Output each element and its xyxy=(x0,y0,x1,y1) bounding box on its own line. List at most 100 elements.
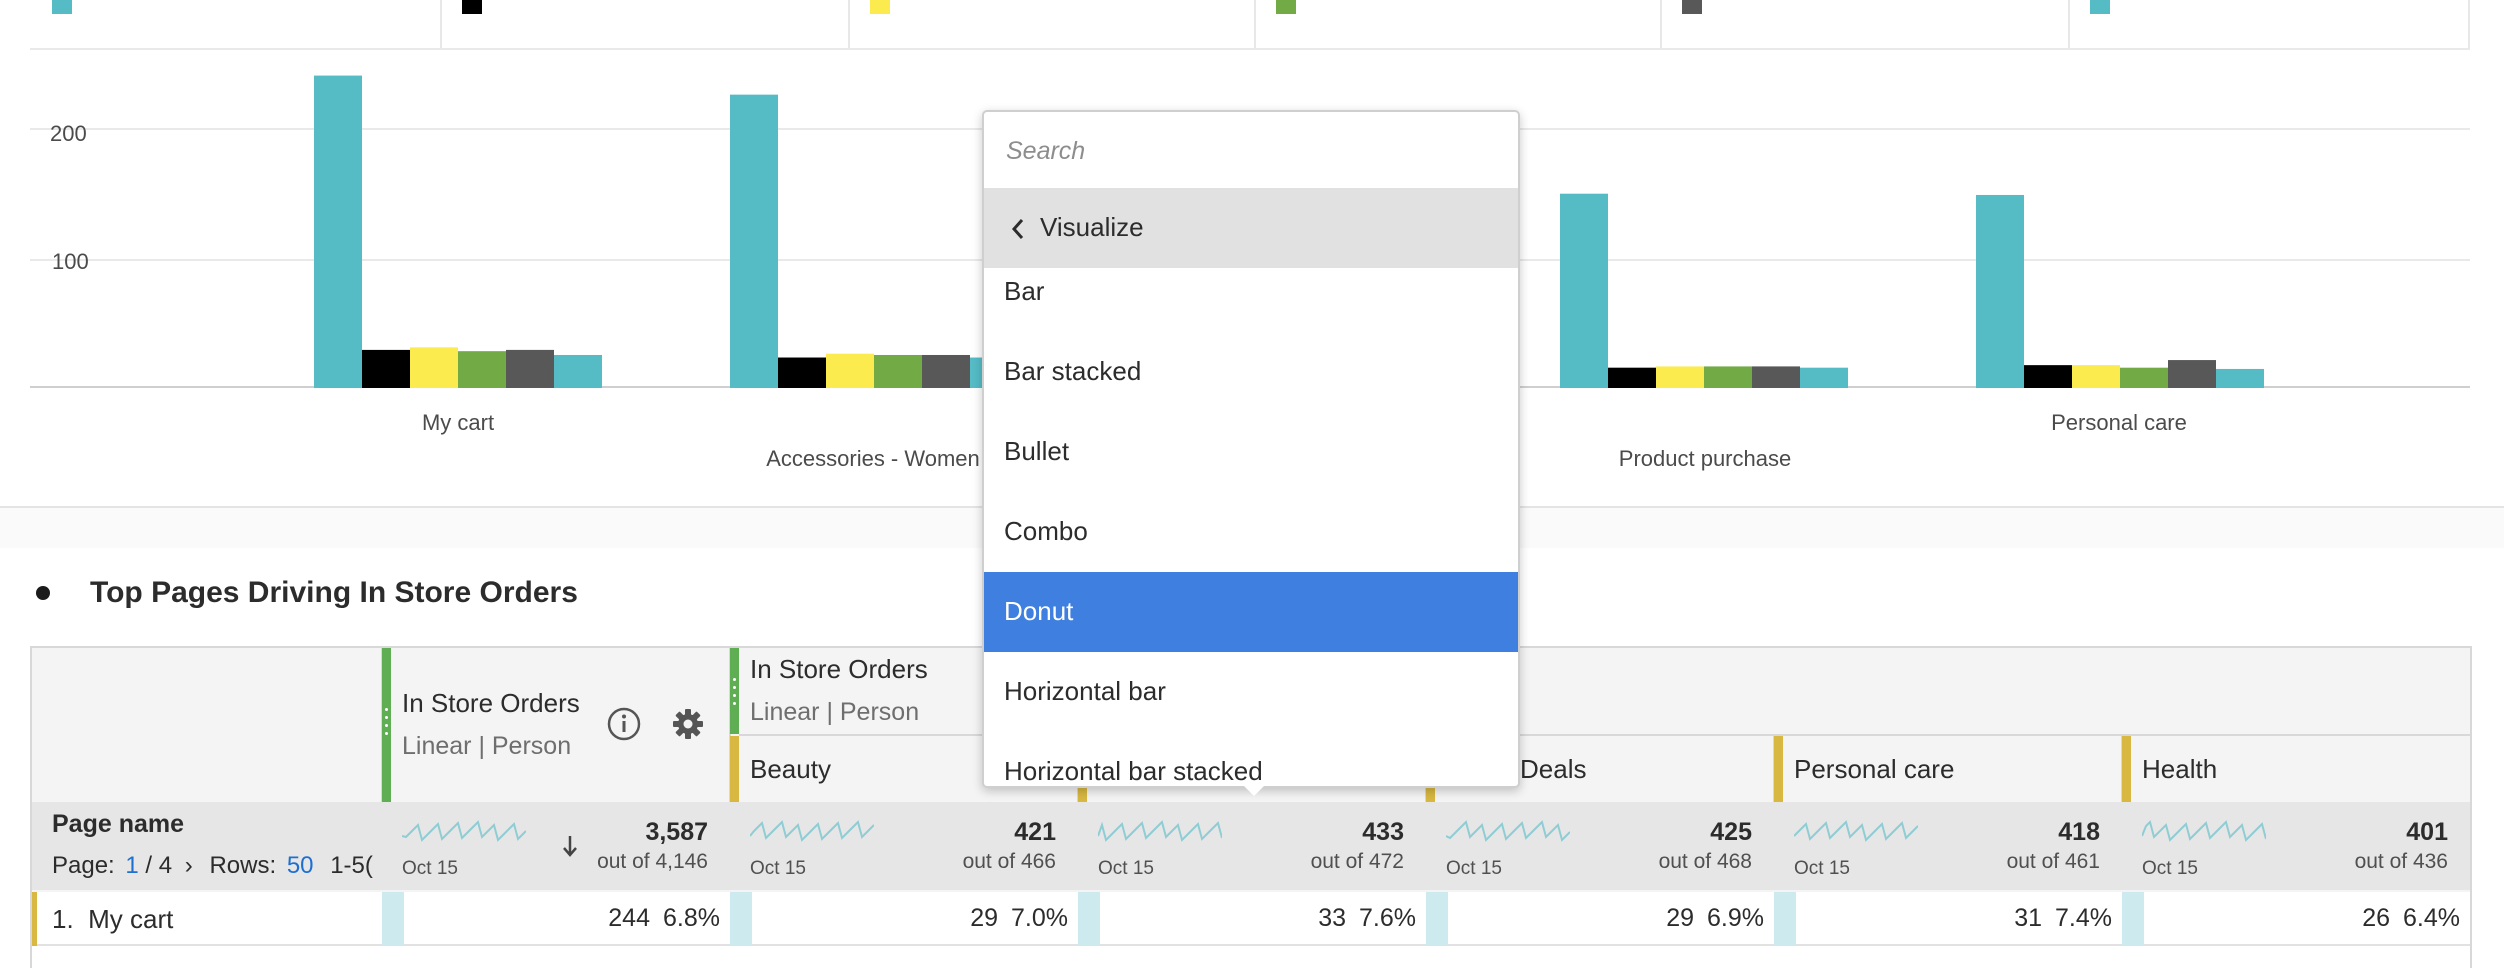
visualization-option-horizontal-bar[interactable]: Horizontal bar xyxy=(984,652,1518,732)
info-icon[interactable] xyxy=(606,706,642,742)
bar[interactable] xyxy=(1608,367,1656,388)
cell-value[interactable]: 29 xyxy=(850,904,998,933)
bar[interactable] xyxy=(362,349,410,388)
summary-out-of: out of 466 xyxy=(962,850,1056,873)
cell-value[interactable]: 29 xyxy=(1546,904,1694,933)
panel-collapse-bullet[interactable] xyxy=(36,586,50,600)
dropdown-pointer xyxy=(1240,782,1268,796)
dropdown-search xyxy=(984,112,1518,188)
option-label: Donut xyxy=(1004,596,1074,626)
chevron-right-icon[interactable]: › xyxy=(185,852,193,879)
chevron-left-icon xyxy=(1011,219,1024,239)
panel-title: Top Pages Driving In Store Orders xyxy=(90,576,578,609)
segment-drag-handle[interactable] xyxy=(1774,736,1783,802)
bar[interactable] xyxy=(826,353,874,388)
segment-header-personal-care[interactable]: Personal care xyxy=(1794,754,1954,785)
cell-percent-bar xyxy=(1426,892,1448,946)
category-label: Product purchase xyxy=(1618,446,1792,471)
cell-value[interactable]: 26 xyxy=(2242,904,2390,933)
visualization-option-combo[interactable]: Combo xyxy=(984,492,1518,572)
summary-out-of: out of 468 xyxy=(1658,850,1752,873)
option-label: Bar stacked xyxy=(1004,356,1142,386)
gear-icon[interactable] xyxy=(670,706,706,742)
bar[interactable] xyxy=(730,94,778,388)
group-metric-drag-handle[interactable] xyxy=(730,648,739,734)
visualization-option-bar-stacked[interactable]: Bar stacked xyxy=(984,332,1518,412)
bar[interactable] xyxy=(2072,365,2120,388)
sparkline-date: Oct 15 xyxy=(1446,858,1502,879)
summary-out-of: out of 472 xyxy=(1310,850,1404,873)
cell-percent-bar xyxy=(730,892,752,946)
bar[interactable] xyxy=(314,75,362,388)
cell-value[interactable]: 33 xyxy=(1198,904,1346,933)
metric-header-subtitle: Linear | Person xyxy=(402,732,572,760)
cell-value[interactable]: 244 xyxy=(502,904,650,933)
option-label: Combo xyxy=(1004,516,1088,546)
cell-percent: 7.4% xyxy=(2055,904,2112,932)
table-row[interactable] xyxy=(32,946,2470,968)
bar[interactable] xyxy=(554,354,602,388)
summary-out-of: out of 436 xyxy=(2354,850,2448,873)
rows-per-page-select[interactable]: 50 xyxy=(287,852,314,879)
metric-header-title[interactable]: In Store Orders xyxy=(402,688,580,719)
bar[interactable] xyxy=(1656,366,1704,388)
bar[interactable] xyxy=(922,354,970,388)
bar[interactable] xyxy=(2120,367,2168,388)
bar[interactable] xyxy=(410,347,458,388)
visualization-option-bullet[interactable]: Bullet xyxy=(984,412,1518,492)
bar[interactable] xyxy=(778,357,826,388)
bar[interactable] xyxy=(1976,194,2024,388)
rows-range: 1-5( xyxy=(330,852,373,879)
cell-percent: 7.6% xyxy=(1359,904,1416,932)
segment-header-beauty[interactable]: Beauty xyxy=(750,754,831,785)
dimension-header[interactable]: Page name xyxy=(52,810,184,839)
cell-percent: 6.9% xyxy=(1707,904,1764,932)
bar[interactable] xyxy=(1704,366,1752,388)
summary-total: 401 xyxy=(2406,818,2448,846)
segment-drag-handle[interactable] xyxy=(2122,736,2131,802)
category-label: Accessories - Women xyxy=(766,446,980,471)
visualization-option-bar[interactable]: Bar xyxy=(984,252,1518,332)
cell-percent-bar xyxy=(1078,892,1100,946)
back-label: Visualize xyxy=(1040,212,1144,242)
sparkline-date: Oct 15 xyxy=(2142,858,2198,879)
bar[interactable] xyxy=(1560,193,1608,388)
bar[interactable] xyxy=(2216,368,2264,388)
segment-header-deals[interactable]: Deals xyxy=(1520,754,1586,785)
cell-value[interactable]: 31 xyxy=(1894,904,2042,933)
bar[interactable] xyxy=(2024,365,2072,388)
category-label: My cart xyxy=(421,410,495,435)
summary-out-of: out of 4,146 xyxy=(597,850,708,873)
summary-out-of: out of 461 xyxy=(2006,850,2100,873)
bar[interactable] xyxy=(1752,366,1800,388)
sparkline-date: Oct 15 xyxy=(1794,858,1850,879)
search-input[interactable] xyxy=(1004,130,1488,172)
sparkline-date: Oct 15 xyxy=(750,858,806,879)
rows-label: Rows: xyxy=(209,852,277,879)
cell-percent-bar xyxy=(1774,892,1796,946)
bar[interactable] xyxy=(874,354,922,388)
page-total: / 4 xyxy=(145,852,173,879)
bar[interactable] xyxy=(458,351,506,388)
segment-header-health[interactable]: Health xyxy=(2142,754,2217,785)
sparkline-date: Oct 15 xyxy=(402,858,458,879)
cell-percent-bar xyxy=(382,892,404,946)
row-label[interactable]: 1. My cart xyxy=(52,904,173,935)
pagination: Page: 1 / 4 › Rows: 50 1-5( xyxy=(52,852,378,880)
sparkline-date: Oct 15 xyxy=(1098,858,1154,879)
group-metric-header-title[interactable]: In Store Orders xyxy=(750,654,928,685)
cell-percent: 7.0% xyxy=(1011,904,1068,932)
segment-drag-handle[interactable] xyxy=(730,736,739,802)
summary-total: 421 xyxy=(1014,818,1056,846)
page-current-input[interactable]: 1 xyxy=(125,852,138,879)
summary-total: 433 xyxy=(1362,818,1404,846)
visualization-option-donut[interactable]: Donut xyxy=(984,572,1518,652)
cell-percent: 6.4% xyxy=(2403,904,2460,932)
summary-total: 418 xyxy=(2058,818,2100,846)
metric-drag-handle[interactable] xyxy=(382,648,391,802)
bar[interactable] xyxy=(1800,367,1848,388)
summary-total: 425 xyxy=(1710,818,1752,846)
bar[interactable] xyxy=(2168,360,2216,388)
bar[interactable] xyxy=(506,349,554,388)
visualization-option-horizontal-bar-stacked[interactable]: Horizontal bar stacked xyxy=(984,732,1518,786)
